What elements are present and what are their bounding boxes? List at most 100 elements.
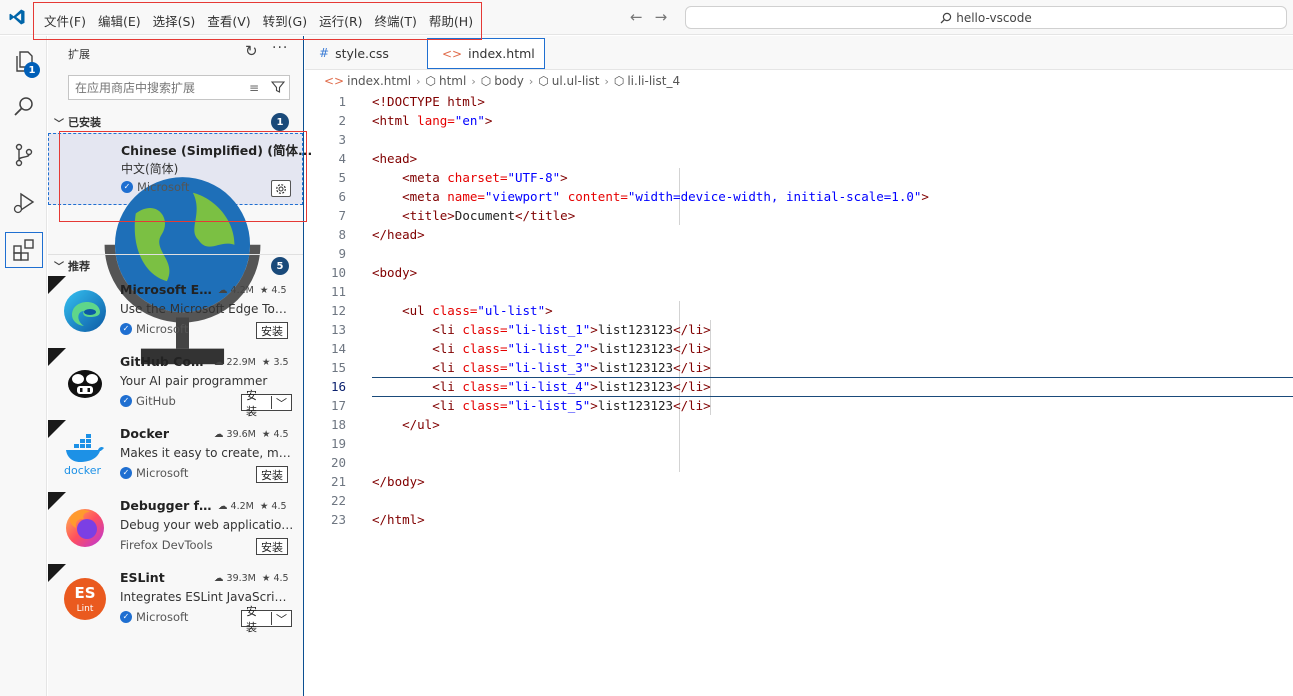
menu-file[interactable]: 文件(F) [38, 9, 92, 32]
menu-edit[interactable]: 编辑(E) [92, 9, 147, 32]
back-arrow-icon[interactable]: ← [630, 8, 643, 26]
sidebar-title: 扩展 [68, 48, 90, 61]
command-center[interactable]: hello-vscode [685, 6, 1287, 29]
extensions-button[interactable] [5, 232, 43, 268]
chevron-down-icon[interactable]: ﹀ [276, 611, 287, 627]
extension-stats: ☁ 4.2M ★ 4.5 [218, 285, 287, 296]
menu-terminal[interactable]: 终端(T) [369, 9, 423, 32]
search-button[interactable] [0, 84, 47, 130]
code-line-current: 16 <li class="li-list_4">list123123</li> [305, 377, 1293, 397]
chevron-down-icon: ﹀ [54, 118, 64, 130]
navigation-arrows: ← → [630, 8, 667, 26]
code-editor[interactable]: 1 <!DOCTYPE html> 2 <html lang="en"> 3 4 <h… [305, 92, 1293, 529]
extension-name: Docker [120, 426, 169, 441]
extension-name: Debugger fo... [120, 498, 212, 513]
menu-view[interactable]: 查看(V) [201, 9, 256, 32]
vscode-logo-icon [9, 9, 25, 25]
chevron-down-icon: ﹀ [54, 262, 64, 273]
menu-help[interactable]: 帮助(H) [423, 9, 479, 32]
extension-desc: Your AI pair programmer [120, 374, 268, 388]
code-line: 7 <title>Document</title> [338, 208, 576, 223]
tab-style-css[interactable]: # style.css [305, 36, 425, 70]
extension-desc: Use the Microsoft Edge Tool... [120, 302, 294, 316]
explorer-button[interactable]: 1 [0, 38, 47, 84]
code-line: 17 <li class="li-list_5">list123123</li> [330, 398, 711, 413]
recommended-extension-item[interactable]: GitHub Cop... ☁ 22.9M ★ 3.5 Your AI pair… [48, 348, 303, 420]
chevron-right-icon: › [416, 74, 421, 88]
extension-search-input[interactable] [75, 80, 235, 95]
code-line: 23 </html> [330, 512, 425, 527]
extension-publisher: Firefox DevTools [120, 538, 213, 552]
install-button[interactable]: 安装 [256, 538, 288, 555]
code-line: 14 <li class="li-list_2">list123123</li> [330, 341, 711, 356]
code-line: 8 </head> [338, 227, 425, 242]
install-split-button[interactable]: 安装 ﹀ [241, 605, 292, 634]
recommended-extension-item[interactable]: Microsoft Ed... ☁ 4.2M ★ 4.5 Use the Mic… [48, 276, 303, 348]
extension-publisher: ✓ Microsoft [120, 322, 188, 336]
code-line: 21 </body> [330, 474, 425, 489]
extension-name: ESLint [120, 570, 165, 585]
verified-icon: ✓ [120, 323, 132, 335]
code-line: 10 <body> [330, 265, 418, 280]
refresh-icon[interactable]: ↻ [245, 42, 258, 60]
menu-go[interactable]: 转到(G) [257, 9, 313, 32]
breadcrumb-item[interactable]: ul.ul-list [552, 74, 600, 88]
install-split-button[interactable]: 安装 ﹀ [241, 389, 292, 418]
extensions-icon [13, 239, 34, 261]
tab-label: style.css [335, 45, 389, 61]
filter-icon[interactable] [271, 80, 285, 94]
clear-filter-icon[interactable]: ≡ [249, 81, 259, 95]
extension-stats: ☁ 22.9M ★ 3.5 [214, 357, 289, 368]
breadcrumb-item[interactable]: index.html [347, 74, 411, 88]
more-actions-icon[interactable]: ··· [272, 40, 288, 56]
breadcrumb-item[interactable]: body [494, 74, 524, 88]
installed-count-badge: 1 [271, 113, 289, 131]
menu-selection[interactable]: 选择(S) [147, 9, 202, 32]
element-cube-icon: ⬡ [425, 74, 436, 88]
menu-run[interactable]: 运行(R) [313, 9, 368, 32]
github-copilot-icon [68, 370, 102, 398]
breadcrumb-item[interactable]: html [439, 74, 466, 88]
explorer-badge: 1 [24, 62, 40, 78]
recommended-extension-item[interactable]: ES Lint ESLint ☁ 39.3M ★ 4.5 Integrates … [48, 564, 303, 636]
code-line: 13 <li class="li-list_1">list123123</li> [330, 322, 711, 337]
recommended-extension-item[interactable]: docker Docker ☁ 39.6M ★ 4.5 Makes it eas… [48, 420, 303, 492]
tab-index-html[interactable]: <> index.html [427, 38, 545, 69]
install-button[interactable]: 安装 [256, 322, 288, 339]
code-line: 9 [338, 246, 346, 261]
code-line: 12 <ul class="ul-list"> [330, 303, 553, 318]
extension-stats: ☁ 39.6M ★ 4.5 [214, 429, 289, 440]
search-icon [940, 12, 952, 23]
recommended-section-header[interactable]: ﹀ 推荐 5 [48, 254, 303, 276]
extension-desc: Makes it easy to create, ma... [120, 446, 294, 460]
code-line: 5 <meta charset="UTF-8"> [338, 170, 568, 185]
chevron-down-icon[interactable]: ﹀ [276, 395, 287, 411]
docker-icon: docker [64, 434, 104, 477]
tab-label: index.html [468, 46, 535, 61]
forward-arrow-icon[interactable]: → [655, 8, 668, 26]
code-line: 15 <li class="li-list_3">list123123</li> [330, 360, 711, 375]
run-debug-icon [13, 192, 34, 214]
activity-bar: 1 [0, 36, 47, 696]
code-line: 20 [330, 455, 346, 470]
extension-publisher: ✓ Microsoft [120, 466, 188, 480]
verified-icon: ✓ [120, 395, 132, 407]
breadcrumb-item[interactable]: li.li-list_4 [627, 74, 680, 88]
svg-text:docker: docker [64, 464, 102, 477]
breadcrumb: <> index.html › ⬡ html › ⬡ body › ⬡ ul.u… [324, 72, 680, 90]
source-control-icon [15, 143, 32, 167]
install-button[interactable]: 安装 [256, 466, 288, 483]
installed-label: 已安装 [68, 116, 101, 129]
code-line: 19 [330, 436, 346, 451]
eslint-icon: ES Lint [64, 578, 106, 620]
recommended-extension-item[interactable]: Debugger fo... ☁ 4.2M ★ 4.5 Debug your w… [48, 492, 303, 564]
html-file-icon: <> [442, 46, 463, 61]
code-line: 1 <!DOCTYPE html> [338, 94, 485, 109]
run-debug-button[interactable] [0, 180, 47, 226]
source-control-button[interactable] [0, 132, 47, 178]
chevron-right-icon: › [528, 74, 534, 88]
extension-publisher: ✓ GitHub [120, 394, 176, 408]
installed-section-header[interactable]: ﹀ 已安装 1 [48, 111, 303, 133]
extension-stats: ☁ 39.3M ★ 4.5 [214, 573, 289, 584]
command-center-label: hello-vscode [956, 10, 1032, 25]
